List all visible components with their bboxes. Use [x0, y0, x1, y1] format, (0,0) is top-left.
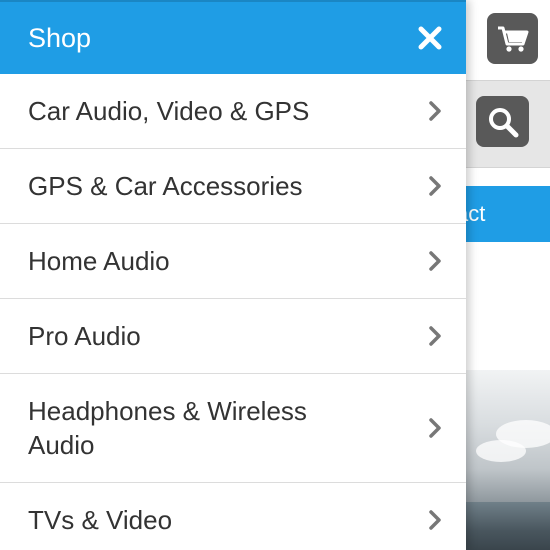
close-icon — [418, 26, 442, 50]
menu-item-label: Home Audio — [28, 246, 170, 276]
hero-image — [466, 370, 550, 550]
menu-item-gps-accessories[interactable]: GPS & Car Accessories — [0, 149, 466, 224]
menu-item-label: GPS & Car Accessories — [28, 171, 303, 201]
cart-button[interactable] — [487, 13, 538, 64]
menu-item-car-audio[interactable]: Car Audio, Video & GPS — [0, 74, 466, 149]
menu-item-label: Pro Audio — [28, 321, 141, 351]
cart-icon — [497, 26, 528, 52]
search-icon — [488, 107, 518, 137]
drawer-title: Shop — [28, 22, 92, 53]
chevron-right-icon — [424, 249, 446, 273]
menu-item-headphones[interactable]: Headphones & Wireless Audio — [0, 374, 466, 483]
menu-item-home-audio[interactable]: Home Audio — [0, 224, 466, 299]
menu-item-label: TVs & Video — [28, 505, 173, 535]
chevron-right-icon — [424, 174, 446, 198]
chevron-right-icon — [424, 99, 446, 123]
chevron-right-icon — [424, 324, 446, 348]
chevron-right-icon — [424, 508, 446, 532]
search-button[interactable] — [476, 96, 529, 147]
close-button[interactable] — [414, 22, 446, 54]
menu-item-tvs-video[interactable]: TVs & Video — [0, 483, 466, 550]
menu-item-pro-audio[interactable]: Pro Audio — [0, 299, 466, 374]
contact-button[interactable]: act — [466, 186, 550, 242]
contact-button-label: act — [466, 201, 486, 226]
drawer-header: Shop — [0, 0, 466, 74]
menu-item-label: Headphones & Wireless Audio — [28, 396, 307, 460]
shop-drawer: Shop Car Audio, Video & GPS GPS & Car Ac… — [0, 0, 466, 550]
menu-item-label: Car Audio, Video & GPS — [28, 96, 310, 126]
chevron-right-icon — [424, 416, 446, 440]
shop-menu: Car Audio, Video & GPS GPS & Car Accesso… — [0, 74, 466, 550]
